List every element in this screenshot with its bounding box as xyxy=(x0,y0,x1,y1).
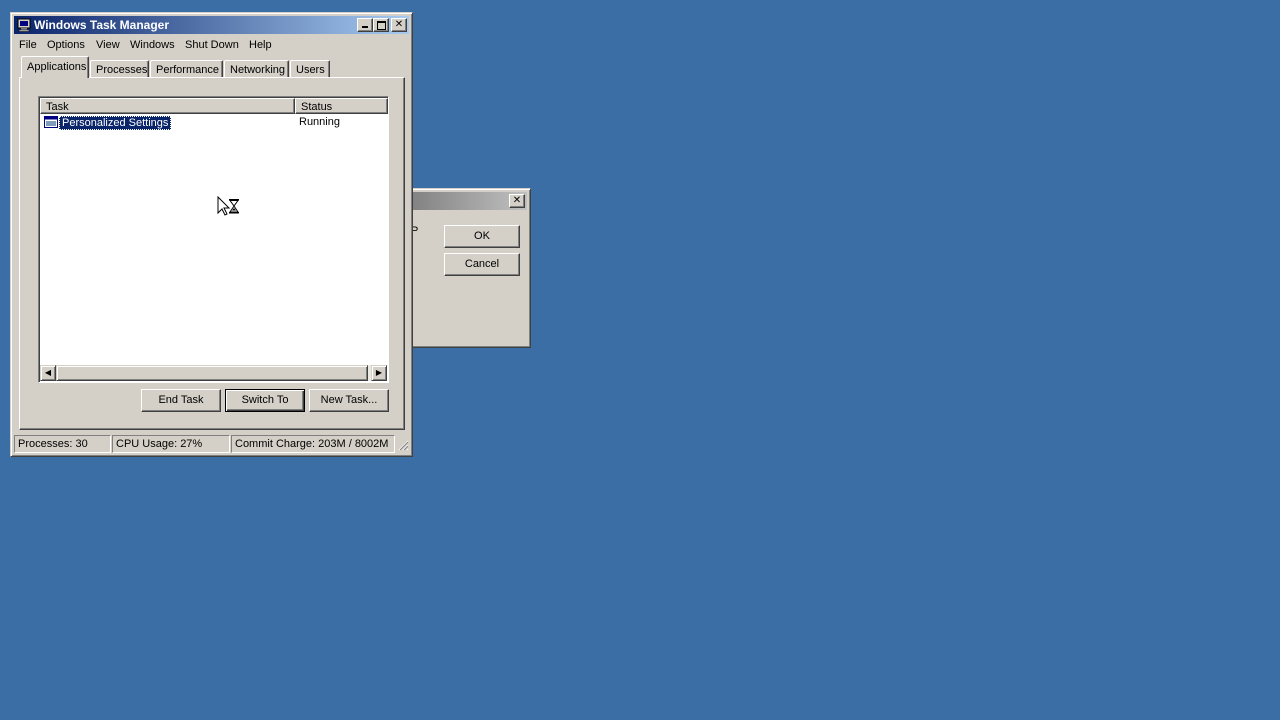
column-header-status-label: Status xyxy=(301,101,333,113)
arrow-left-icon: ◀ xyxy=(44,368,52,377)
task-list[interactable]: Task Status Personalized Settings Runnin… xyxy=(38,96,389,383)
tab-networking[interactable]: Networking xyxy=(224,60,289,78)
task-manager-titlebar[interactable]: Windows Task Manager ✕ xyxy=(14,16,409,34)
status-commit-text: Commit Charge: 203M / 8002M xyxy=(235,438,389,450)
tab-applications-label: Applications xyxy=(27,61,87,73)
column-header-task[interactable]: Task xyxy=(40,98,295,114)
background-dialog: ✕ P OK Cancel xyxy=(404,188,531,348)
task-manager-window: Windows Task Manager ✕ File Options View… xyxy=(10,12,413,457)
tab-processes-label: Processes xyxy=(96,64,148,76)
task-status-cell: Running xyxy=(299,116,340,128)
arrow-right-icon: ▶ xyxy=(375,368,383,377)
end-task-button[interactable]: End Task xyxy=(141,389,221,412)
status-processes-text: Processes: 30 xyxy=(18,438,88,450)
tab-performance-label: Performance xyxy=(156,64,219,76)
menu-windows[interactable]: Windows xyxy=(126,37,179,53)
column-header-status[interactable]: Status xyxy=(295,98,388,114)
switch-to-label: Switch To xyxy=(241,394,289,406)
maximize-button[interactable] xyxy=(373,18,389,32)
minimize-icon xyxy=(362,26,368,28)
end-task-label: End Task xyxy=(158,394,204,406)
horizontal-scrollbar[interactable]: ◀ ▶ xyxy=(40,365,387,381)
status-processes: Processes: 30 xyxy=(14,435,111,453)
table-row[interactable]: Personalized Settings Running xyxy=(43,116,383,130)
menu-file[interactable]: File xyxy=(15,37,41,53)
scroll-left-button[interactable]: ◀ xyxy=(40,365,56,381)
tab-networking-label: Networking xyxy=(230,64,286,76)
resize-grip[interactable] xyxy=(397,439,409,451)
dialog-close-button[interactable]: ✕ xyxy=(509,194,525,208)
menu-view[interactable]: View xyxy=(92,37,124,53)
arrow-hourglass-busy-icon xyxy=(217,195,241,218)
column-header-task-label: Task xyxy=(46,101,69,113)
status-commit: Commit Charge: 203M / 8002M xyxy=(231,435,395,453)
close-icon: ✕ xyxy=(394,19,404,30)
scroll-right-button[interactable]: ▶ xyxy=(371,365,387,381)
switch-to-button[interactable]: Switch To xyxy=(225,389,305,412)
menu-bar: File Options View Windows Shut Down Help xyxy=(15,35,408,53)
ok-button-label: OK xyxy=(474,230,490,242)
status-cpu: CPU Usage: 27% xyxy=(112,435,230,453)
dialog-titlebar[interactable]: ✕ xyxy=(408,192,527,210)
cancel-button-label: Cancel xyxy=(464,258,500,270)
new-task-button[interactable]: New Task... xyxy=(309,389,389,412)
new-task-label: New Task... xyxy=(320,394,378,406)
tab-users-label: Users xyxy=(296,64,325,76)
status-cpu-text: CPU Usage: 27% xyxy=(116,438,203,450)
window-icon xyxy=(44,116,58,128)
maximize-icon xyxy=(376,21,386,30)
tab-users[interactable]: Users xyxy=(290,60,330,78)
menu-help[interactable]: Help xyxy=(245,37,276,53)
close-button[interactable]: ✕ xyxy=(391,18,407,32)
scroll-thumb[interactable] xyxy=(56,365,368,381)
menu-shut-down[interactable]: Shut Down xyxy=(181,37,243,53)
close-icon: ✕ xyxy=(512,195,522,206)
ok-button[interactable]: OK xyxy=(444,225,520,248)
tab-performance[interactable]: Performance xyxy=(150,60,223,78)
task-name-cell: Personalized Settings xyxy=(59,116,172,130)
menu-options[interactable]: Options xyxy=(43,37,89,53)
minimize-button[interactable] xyxy=(357,18,373,32)
computer-icon xyxy=(17,18,31,32)
window-title: Windows Task Manager xyxy=(34,18,170,32)
cancel-button[interactable]: Cancel xyxy=(444,253,520,276)
tab-processes[interactable]: Processes xyxy=(90,60,149,78)
resize-grip-icon xyxy=(398,440,409,451)
tab-applications[interactable]: Applications xyxy=(21,56,89,78)
